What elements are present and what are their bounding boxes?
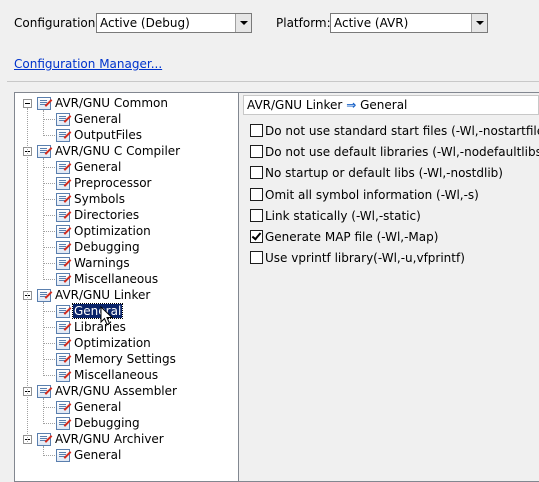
option-label: No startup or default libs (-Wl,-nostdli… — [265, 166, 503, 180]
tree-connector — [43, 407, 55, 408]
tree-connector — [43, 311, 55, 312]
tree-connector — [43, 167, 55, 168]
tree-root-connector — [27, 108, 28, 444]
configuration-manager-link[interactable]: Configuration Manager... — [14, 57, 162, 71]
tree-connector — [43, 423, 55, 424]
configuration-value: Active (Debug) — [100, 16, 190, 30]
option-label: Do not use standard start files (-Wl,-no… — [265, 124, 539, 138]
mouse-cursor-icon — [100, 306, 114, 326]
settings-page-icon — [56, 401, 70, 414]
breadcrumb: AVR/GNU Linker ⇒ General — [243, 95, 539, 115]
tree-item-avr-gnu-c-compiler-general[interactable]: General — [74, 160, 121, 174]
collapse-toggle-icon[interactable] — [23, 99, 32, 108]
tree-item-avr-gnu-c-compiler-symbols[interactable]: Symbols — [74, 192, 125, 206]
platform-dropdown[interactable]: Active (AVR) — [330, 13, 488, 33]
settings-page-icon — [56, 369, 70, 382]
settings-page-icon — [56, 209, 70, 222]
tree-connector — [43, 247, 55, 248]
settings-page-icon — [56, 321, 70, 334]
breadcrumb-arrow-icon: ⇒ — [346, 98, 357, 112]
option-checkbox[interactable] — [250, 145, 263, 158]
settings-page-icon — [37, 97, 51, 110]
option-checkbox[interactable] — [250, 166, 263, 179]
tree-item-avr-gnu-c-compiler-optimization[interactable]: Optimization — [74, 224, 151, 238]
tree-connector — [43, 110, 44, 136]
option-label: Use vprintf library(-Wl,-u,vfprintf) — [265, 251, 465, 265]
breadcrumb-child: General — [360, 98, 408, 112]
settings-page-icon — [56, 305, 70, 318]
settings-page-icon — [56, 449, 70, 462]
tree-group-avr-gnu-archiver[interactable]: AVR/GNU Archiver — [55, 432, 164, 446]
tree-item-avr-gnu-common-outputfiles[interactable]: OutputFiles — [74, 128, 142, 142]
configuration-label: Configuration: — [14, 16, 100, 30]
tree-item-avr-gnu-c-compiler-miscellaneous[interactable]: Miscellaneous — [74, 272, 158, 286]
tree-connector — [43, 158, 44, 280]
tree-group-avr-gnu-linker[interactable]: AVR/GNU Linker — [55, 288, 150, 302]
settings-page-icon — [56, 257, 70, 270]
option-label: Do not use default libraries (-Wl,-nodef… — [265, 145, 539, 159]
option-checkbox[interactable] — [250, 188, 263, 201]
tree-item-avr-gnu-linker-miscellaneous[interactable]: Miscellaneous — [74, 368, 158, 382]
settings-page-icon — [56, 113, 70, 126]
tree-connector — [43, 327, 55, 328]
settings-page-icon — [56, 241, 70, 254]
platform-label: Platform: — [276, 16, 331, 30]
tree-connector — [43, 215, 55, 216]
tree-connector — [43, 199, 55, 200]
dropdown-arrow-icon[interactable] — [235, 14, 251, 32]
settings-page-icon — [56, 273, 70, 286]
settings-page-icon — [37, 289, 51, 302]
breadcrumb-parent: AVR/GNU Linker — [247, 98, 343, 112]
settings-page-icon — [56, 177, 70, 190]
tree-connector — [43, 398, 44, 424]
settings-page-icon — [37, 145, 51, 158]
tree-connector — [43, 183, 55, 184]
settings-page-icon — [56, 417, 70, 430]
tree-connector — [43, 343, 55, 344]
settings-page-icon — [56, 193, 70, 206]
tree-group-avr-gnu-c-compiler[interactable]: AVR/GNU C Compiler — [55, 144, 180, 158]
option-label: Link statically (-Wl,-static) — [265, 209, 421, 223]
option-checkbox[interactable] — [250, 230, 263, 243]
tree-item-avr-gnu-common-general[interactable]: General — [74, 112, 121, 126]
tree-connector — [43, 279, 55, 280]
option-label: Generate MAP file (-Wl,-Map) — [265, 230, 439, 244]
configuration-dropdown[interactable]: Active (Debug) — [96, 13, 252, 33]
tree-item-avr-gnu-c-compiler-debugging[interactable]: Debugging — [74, 240, 140, 254]
tree-connector — [43, 375, 55, 376]
platform-value: Active (AVR) — [334, 16, 409, 30]
settings-page-icon — [56, 353, 70, 366]
tree-item-avr-gnu-c-compiler-preprocessor[interactable]: Preprocessor — [74, 176, 151, 190]
tree-connector — [43, 302, 44, 376]
tree-item-avr-gnu-linker-general[interactable]: General — [71, 303, 124, 319]
tree-item-avr-gnu-c-compiler-directories[interactable]: Directories — [74, 208, 139, 222]
tree-item-avr-gnu-linker-memory-settings[interactable]: Memory Settings — [74, 352, 176, 366]
tree-connector — [43, 119, 55, 120]
dropdown-arrow-icon[interactable] — [471, 14, 487, 32]
settings-page-icon — [37, 433, 51, 446]
option-checkbox[interactable] — [250, 251, 263, 264]
settings-page-icon — [37, 385, 51, 398]
tree-connector — [43, 359, 55, 360]
tree-item-avr-gnu-linker-optimization[interactable]: Optimization — [74, 336, 151, 350]
settings-page-icon — [56, 337, 70, 350]
option-checkbox[interactable] — [250, 124, 263, 137]
settings-page-icon — [56, 225, 70, 238]
separator — [7, 81, 539, 82]
settings-page-icon — [56, 161, 70, 174]
tree-group-avr-gnu-common[interactable]: AVR/GNU Common — [55, 96, 168, 110]
tree-connector — [43, 263, 55, 264]
tree-connector — [43, 231, 55, 232]
settings-page-icon — [56, 129, 70, 142]
option-checkbox[interactable] — [250, 209, 263, 222]
tree-item-avr-gnu-archiver-general[interactable]: General — [74, 448, 121, 462]
tree-item-avr-gnu-assembler-debugging[interactable]: Debugging — [74, 416, 140, 430]
tree-group-avr-gnu-assembler[interactable]: AVR/GNU Assembler — [55, 384, 177, 398]
tree-connector — [43, 455, 55, 456]
tree-item-avr-gnu-c-compiler-warnings[interactable]: Warnings — [74, 256, 130, 270]
option-label: Omit all symbol information (-Wl,-s) — [265, 188, 479, 202]
tree-item-avr-gnu-assembler-general[interactable]: General — [74, 400, 121, 414]
tree-connector — [43, 135, 55, 136]
